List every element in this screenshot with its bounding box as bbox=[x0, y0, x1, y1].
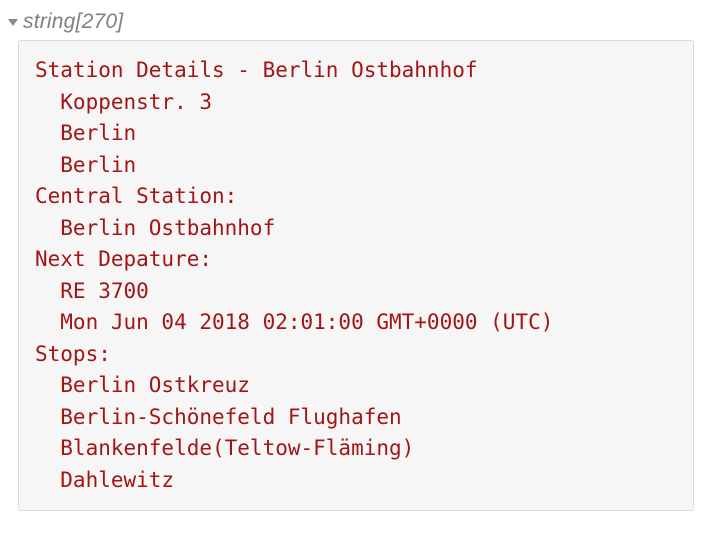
inspector-panel: string[270] Station Details - Berlin Ost… bbox=[0, 0, 708, 523]
disclosure-triangle-icon[interactable] bbox=[8, 19, 18, 26]
value-box: Station Details - Berlin Ostbahnhof Kopp… bbox=[18, 40, 694, 511]
value-header: string[270] bbox=[6, 10, 702, 34]
type-label: string[270] bbox=[23, 10, 123, 34]
string-content: Station Details - Berlin Ostbahnhof Kopp… bbox=[35, 55, 677, 496]
type-length: [270] bbox=[76, 10, 124, 33]
type-name: string bbox=[23, 10, 76, 33]
